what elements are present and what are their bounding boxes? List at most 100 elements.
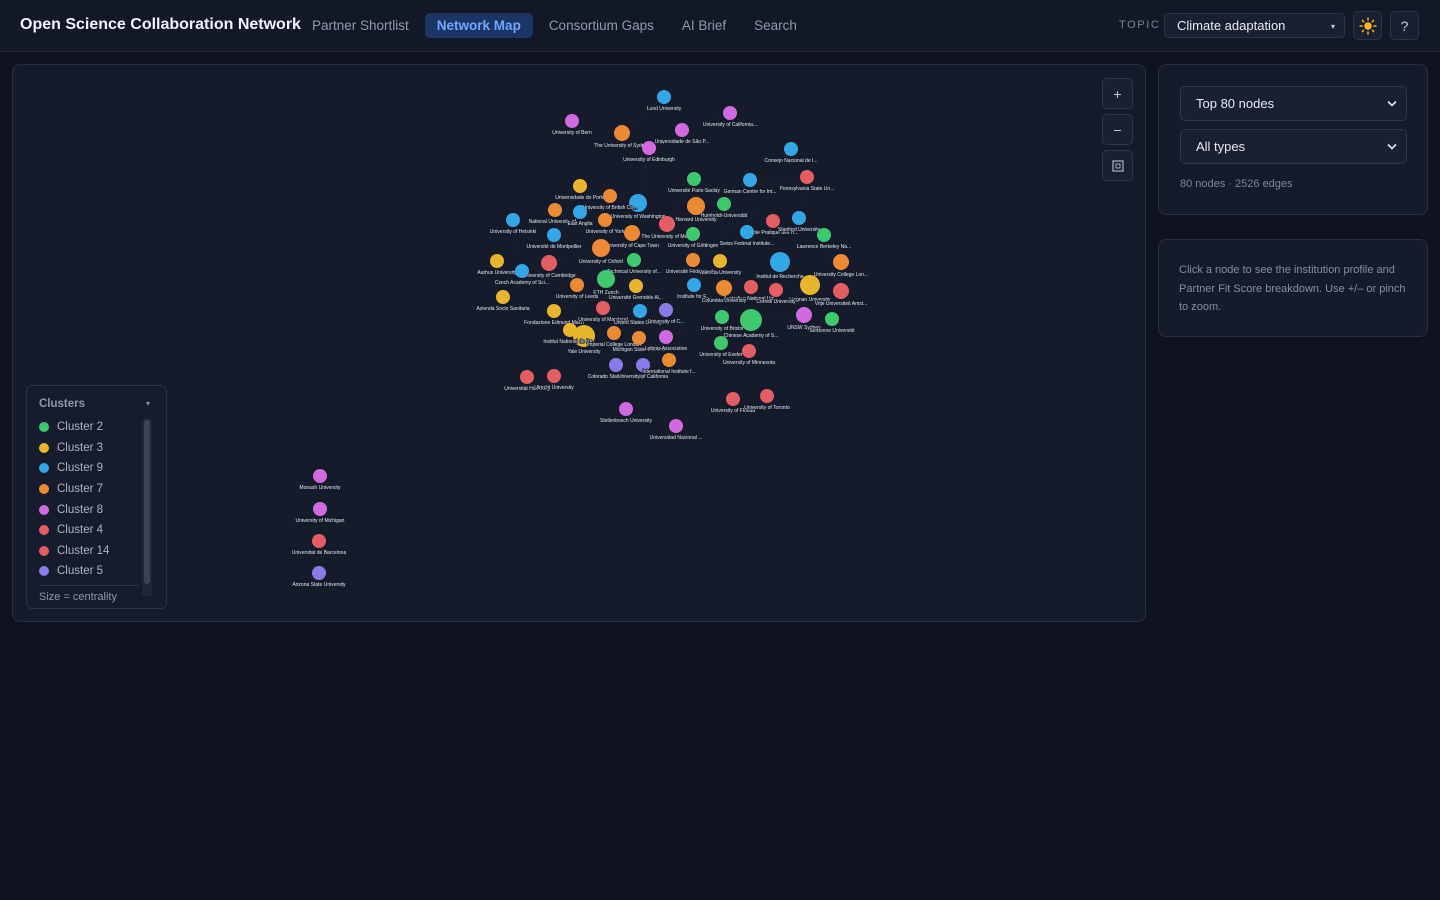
node-circle[interactable] <box>570 278 584 292</box>
node-circle[interactable] <box>770 252 790 272</box>
graph-node[interactable]: University of Michigan <box>295 502 345 525</box>
node-circle[interactable] <box>740 225 754 239</box>
tab-consortium-gaps[interactable]: Consortium Gaps <box>537 13 666 38</box>
node-circle[interactable] <box>629 279 643 293</box>
node-circle[interactable] <box>800 170 814 184</box>
node-circle[interactable] <box>659 216 675 232</box>
node-circle[interactable] <box>632 331 646 345</box>
node-circle[interactable] <box>592 239 610 257</box>
node-circle[interactable] <box>490 254 504 268</box>
node-circle[interactable] <box>687 172 701 186</box>
legend-scroll-thumb[interactable] <box>144 420 150 584</box>
node-circle[interactable] <box>717 197 731 211</box>
graph-node[interactable]: Vrije Universiteit Amst... <box>814 283 868 308</box>
network-graph[interactable]: Lund University University of California.… <box>13 65 1146 622</box>
graph-node[interactable]: University of Bern <box>552 114 593 137</box>
graph-node[interactable]: Azienda Socio Sanitaria <box>476 290 530 313</box>
node-circle[interactable] <box>742 344 756 358</box>
node-circle[interactable] <box>603 189 617 203</box>
node-circle[interactable] <box>607 326 621 340</box>
node-circle[interactable] <box>817 228 831 242</box>
node-circle[interactable] <box>659 303 673 317</box>
node-circle[interactable] <box>548 203 562 217</box>
graph-node[interactable]: Columbia University <box>701 280 747 305</box>
node-circle[interactable] <box>715 310 729 324</box>
graph-node[interactable]: University of Bristol <box>700 310 744 333</box>
network-map-panel[interactable]: Lund University University of California.… <box>12 64 1146 622</box>
node-circle[interactable] <box>784 142 798 156</box>
tab-network-map[interactable]: Network Map <box>424 13 533 38</box>
node-circle[interactable] <box>624 225 640 241</box>
node-circle[interactable] <box>687 197 705 215</box>
node-circle[interactable] <box>659 330 673 344</box>
graph-node[interactable]: Chinese Academy of S... <box>723 309 779 340</box>
graph-node[interactable]: Leibniz Association <box>644 330 688 353</box>
node-circle[interactable] <box>520 370 534 384</box>
node-circle[interactable] <box>796 307 812 323</box>
graph-node[interactable]: Consejo Nacional de I... <box>764 142 818 165</box>
node-circle[interactable] <box>833 254 849 270</box>
node-circle[interactable] <box>506 213 520 227</box>
node-circle[interactable] <box>614 125 630 141</box>
node-circle[interactable] <box>675 123 689 137</box>
node-circle[interactable] <box>825 312 839 326</box>
node-circle[interactable] <box>800 275 820 295</box>
graph-node[interactable]: Arizona State University <box>292 566 347 589</box>
node-circle[interactable] <box>313 502 327 516</box>
node-circle[interactable] <box>657 90 671 104</box>
chevron-down-icon[interactable]: ▾ <box>146 399 150 408</box>
graph-node[interactable]: Aarhus University <box>477 254 518 277</box>
graph-node[interactable]: German Centre for Int... <box>723 173 777 196</box>
node-circle[interactable] <box>716 280 732 296</box>
node-circle[interactable] <box>662 353 676 367</box>
node-circle[interactable] <box>515 264 529 278</box>
node-circle[interactable] <box>597 270 615 288</box>
node-circle[interactable] <box>686 227 700 241</box>
node-circle[interactable] <box>547 369 561 383</box>
graph-node[interactable]: Fondazione Edmund Mach <box>524 304 585 327</box>
node-circle[interactable] <box>760 389 774 403</box>
graph-node[interactable]: Utrecht University <box>534 369 575 392</box>
node-circle[interactable] <box>740 309 762 331</box>
topic-select[interactable]: Climate adaptation ▾ <box>1164 13 1345 38</box>
node-circle[interactable] <box>627 253 641 267</box>
graph-node[interactable]: University of Toronto <box>744 389 791 412</box>
node-circle[interactable] <box>633 304 647 318</box>
graph-node[interactable]: Cornell University <box>756 283 797 306</box>
node-circle[interactable] <box>792 211 806 225</box>
graph-node[interactable]: Université Paris-Saclay <box>668 172 721 195</box>
node-circle[interactable] <box>596 301 610 315</box>
graph-node[interactable]: Valencia University <box>698 254 742 277</box>
node-circle[interactable] <box>744 280 758 294</box>
fit-view-button[interactable] <box>1102 150 1133 181</box>
tab-ai-brief[interactable]: AI Brief <box>670 13 738 38</box>
graph-node[interactable]: Stellenbosch University <box>599 402 653 425</box>
node-circle[interactable] <box>563 323 577 337</box>
node-circle[interactable] <box>598 213 612 227</box>
graph-node[interactable]: Universitat de Barcelona <box>291 534 347 557</box>
graph-node[interactable]: University College Lon... <box>813 254 869 279</box>
node-circle[interactable] <box>609 358 623 372</box>
graph-node[interactable]: Monash University <box>299 469 342 492</box>
zoom-out-button[interactable]: − <box>1102 114 1133 145</box>
node-circle[interactable] <box>573 179 587 193</box>
graph-node[interactable]: Universidad Nacional ... <box>649 419 703 442</box>
help-button[interactable]: ? <box>1390 11 1419 40</box>
node-circle[interactable] <box>723 106 737 120</box>
node-circle[interactable] <box>547 304 561 318</box>
node-circle[interactable] <box>726 392 740 406</box>
graph-node[interactable]: Institut de Recherche <box>756 252 804 281</box>
node-circle[interactable] <box>714 336 728 350</box>
node-circle[interactable] <box>496 290 510 304</box>
graph-node[interactable]: Universidade do Porto <box>555 179 606 202</box>
node-circle[interactable] <box>547 228 561 242</box>
node-circle[interactable] <box>833 283 849 299</box>
zoom-in-button[interactable]: + <box>1102 78 1133 109</box>
graph-node[interactable]: Sorbonne Université <box>809 312 855 335</box>
node-circle[interactable] <box>713 254 727 268</box>
node-circle[interactable] <box>619 402 633 416</box>
legend-scrollbar[interactable] <box>142 418 152 596</box>
graph-node[interactable]: Stanford University <box>777 211 821 234</box>
node-circle[interactable] <box>769 283 783 297</box>
node-circle[interactable] <box>669 419 683 433</box>
